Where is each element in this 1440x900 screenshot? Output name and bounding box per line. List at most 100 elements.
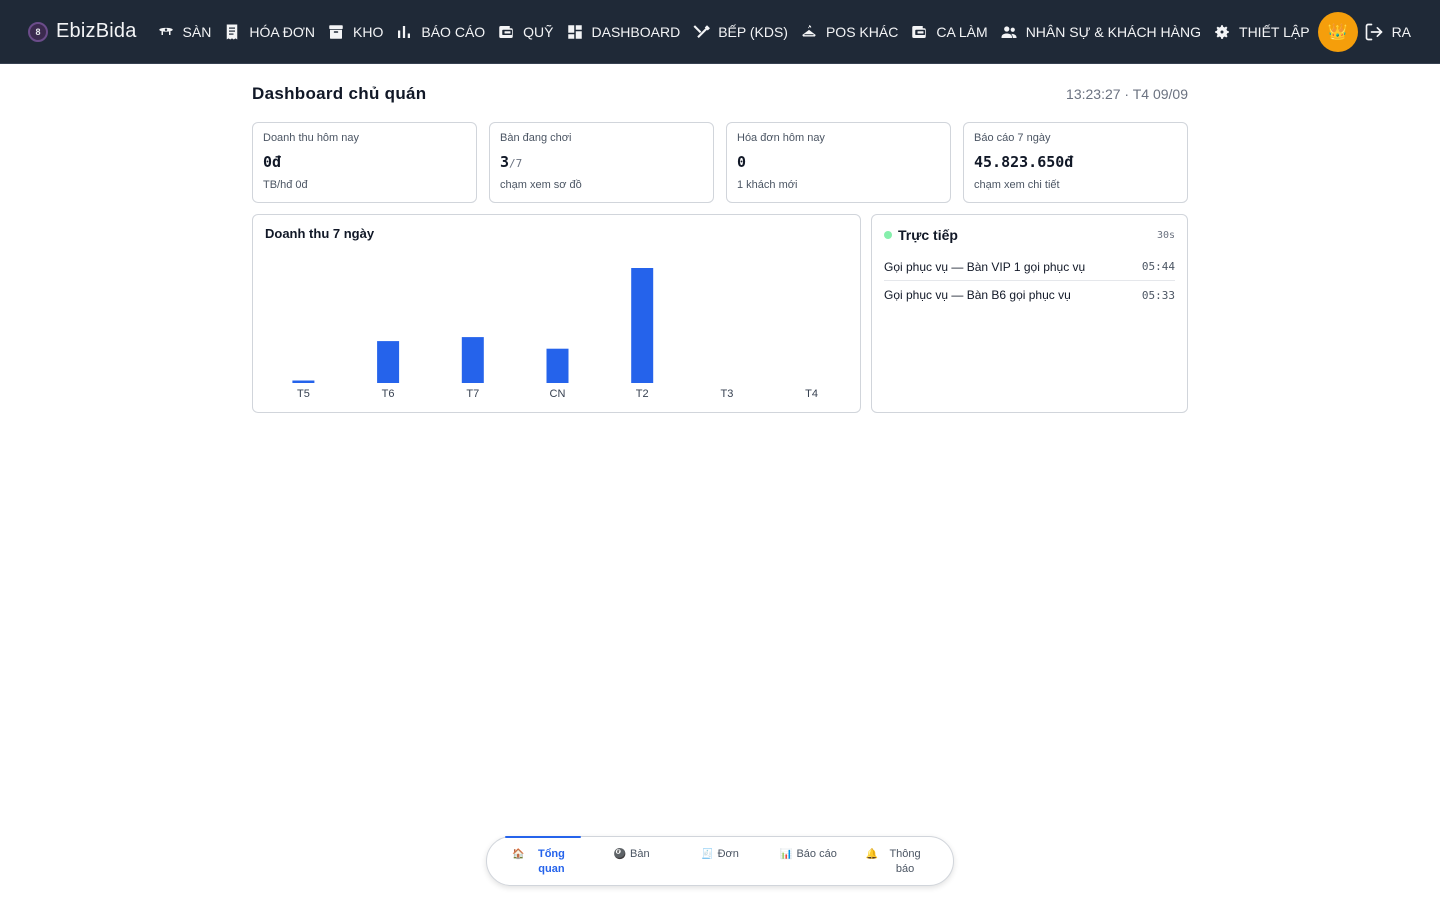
bar-chart-icon (398, 25, 411, 38)
billiard-ball-icon: 8 (28, 21, 48, 42)
tab-4[interactable]: 🔔 Thông báo (853, 837, 941, 885)
tab-icon: 🏠 (511, 849, 525, 860)
nav-item-label: BÁO CÁO (421, 23, 486, 40)
kpi-card[interactable]: Báo cáo 7 ngày 45.823.650đ chạm xem chi ti… (963, 122, 1188, 203)
nav-item-label: DASHBOARD (591, 23, 681, 40)
chart-tick-label: T7 (466, 388, 479, 400)
kpi-value: 3 (500, 153, 510, 171)
live-feed-card: Trực tiếp 30s Gọi phục vụ — Bàn VIP 1 gọ… (871, 214, 1188, 413)
chart-tick-label: T3 (720, 388, 733, 400)
wallet-icon (912, 25, 927, 38)
kpi-note: chạm xem chi tiết (974, 179, 1060, 191)
tab-0[interactable]: 🏠 Tổng quan (499, 836, 587, 885)
avatar[interactable]: 👑 (1317, 11, 1358, 52)
people-icon (1001, 25, 1017, 38)
bottom-tab-bar: 🏠 Tổng quan 🎱 Bàn 🧾 Đơn 📊 Báo cáo 🔔 Thông báo (486, 836, 954, 886)
kpi-label: Bàn đang chơi (500, 132, 572, 144)
revenue-chart-card: Doanh thu 7 ngày T5 T6 T7 CN T2 T3 T4 (252, 214, 861, 413)
revenue-chart: T5 T6 T7 CN T2 T3 T4 (292, 268, 818, 400)
tab-icon: 🧾 (701, 849, 714, 860)
tab-label: Đơn (717, 848, 739, 860)
nav-item-9[interactable]: NHÂN SỰ & KHÁCH HÀNG (1000, 23, 1201, 41)
kpi-label: Doanh thu hôm nay (263, 132, 360, 144)
live-item-time: 05:44 (1141, 260, 1175, 273)
nav-item-8[interactable]: CA LÀM (910, 23, 988, 41)
tab-icon: 📊 (780, 849, 793, 860)
nav-item-2[interactable]: KHO (327, 23, 383, 41)
kpi-value: 0 (737, 153, 747, 171)
tab-1[interactable]: 🎱 Bàn (587, 837, 675, 885)
kpi-label: Báo cáo 7 ngày (974, 132, 1051, 144)
kpi-note: chạm xem sơ đồ (500, 179, 582, 191)
nav-item-3[interactable]: BÁO CÁO (395, 23, 485, 41)
page-header: Dashboard chủ quán 13:23:27 · T4 09/09 (252, 64, 1188, 122)
table-icon (158, 27, 173, 35)
hanger-icon (802, 24, 816, 36)
receipt-icon (227, 24, 238, 39)
live-refresh-interval: 30s (1156, 229, 1175, 241)
nav-item-4[interactable]: QUỸ (497, 23, 554, 41)
tab-label: Bàn (630, 848, 650, 860)
main-content: Dashboard chủ quán 13:23:27 · T4 09/09 D… (252, 64, 1188, 413)
kpi-value-row: 3/7 (500, 153, 703, 171)
tab-3[interactable]: 📊 Báo cáo (764, 837, 852, 885)
kpi-value: 0đ (263, 153, 282, 171)
chart-bar-CN[interactable] (546, 348, 569, 383)
live-feed-item[interactable]: Gọi phục vụ — Bàn B6 gọi phục vụ 05:33 (884, 281, 1175, 309)
nav-item-label: KHO (353, 23, 384, 40)
nav-item-0[interactable]: SÀN (157, 23, 212, 41)
live-status-dot (884, 231, 892, 239)
chart-bar-T6[interactable] (377, 341, 400, 383)
tab-2[interactable]: 🧾 Đơn (676, 837, 764, 885)
kpi-value: 45.823.650đ (974, 153, 1074, 171)
clock: 13:23:27 · T4 09/09 (1066, 86, 1188, 102)
utensils-icon (693, 24, 711, 38)
nav-item-label: HÓA ĐƠN (249, 23, 316, 40)
nav-item-7[interactable]: POS KHÁC (800, 23, 898, 41)
live-feed-item[interactable]: Gọi phục vụ — Bàn VIP 1 gọi phục vụ 05:44 (884, 253, 1175, 281)
nav-item-1[interactable]: HÓA ĐƠN (223, 23, 315, 41)
nav-item-label: QUỸ (523, 23, 554, 40)
tab-label: Tổng quan (537, 848, 565, 875)
dashboard-icon (567, 24, 582, 39)
kpi-value-row: 45.823.650đ (974, 153, 1177, 171)
kpi-row: Doanh thu hôm nay 0đ TB/hđ 0đ Bàn đang chơi… (252, 122, 1188, 203)
nav-item-label: THIẾT LẬP (1239, 23, 1310, 40)
chart-tick-label: T6 (382, 388, 395, 400)
kpi-card[interactable]: Bàn đang chơi 3/7 chạm xem sơ đồ (489, 122, 714, 203)
wallet-icon (499, 25, 513, 38)
tab-icon: 🔔 (865, 849, 879, 860)
nav-item-5[interactable]: DASHBOARD (566, 23, 681, 41)
nav-item-10[interactable]: THIẾT LẬP (1213, 23, 1310, 41)
chart-bar-T2[interactable] (631, 268, 654, 383)
logout-button[interactable]: RA (1364, 22, 1411, 42)
chart-tick-label: T4 (805, 388, 818, 400)
live-feed-list: Gọi phục vụ — Bàn VIP 1 gọi phục vụ 05:44… (884, 253, 1175, 309)
top-navbar: 8 EbizBida SÀN HÓA ĐƠN KHO BÁO CÁO QUỸ DASHBO… (0, 0, 1440, 64)
kpi-note: TB/hđ 0đ (263, 179, 308, 191)
gear-icon (1215, 24, 1229, 39)
chart-tick-label: T2 (636, 388, 649, 400)
kpi-value-row: 0 (737, 153, 940, 171)
logout-label: RA (1391, 23, 1412, 40)
live-item-text: Gọi phục vụ — Bàn VIP 1 gọi phục vụ (884, 259, 1086, 274)
kpi-value-row: 0đ (263, 153, 466, 171)
tab-label: Báo cáo (796, 848, 837, 860)
kpi-value-suffix: /7 (509, 157, 523, 170)
brand[interactable]: 8 EbizBida (28, 20, 137, 43)
archive-icon (329, 24, 343, 39)
kpi-note: 1 khách mới (737, 179, 798, 191)
nav-item-label: SÀN (182, 23, 212, 40)
nav-item-label: NHÂN SỰ & KHÁCH HÀNG (1025, 23, 1202, 40)
main-nav: SÀN HÓA ĐƠN KHO BÁO CÁO QUỸ DASHBOARD BẾP (KDS… (157, 23, 1322, 41)
nav-item-6[interactable]: BẾP (KDS) (692, 23, 788, 41)
brand-name: EbizBida (56, 20, 137, 42)
nav-item-label: CA LÀM (936, 23, 988, 40)
logout-icon (1365, 23, 1382, 40)
kpi-card[interactable]: Hóa đơn hôm nay 0 1 khách mới (726, 122, 951, 203)
live-item-text: Gọi phục vụ — Bàn B6 gọi phục vụ (884, 288, 1071, 302)
chart-bar-T5[interactable] (292, 380, 315, 384)
kpi-label: Hóa đơn hôm nay (737, 132, 825, 144)
kpi-card[interactable]: Doanh thu hôm nay 0đ TB/hđ 0đ (252, 122, 477, 203)
chart-bar-T7[interactable] (461, 337, 484, 383)
